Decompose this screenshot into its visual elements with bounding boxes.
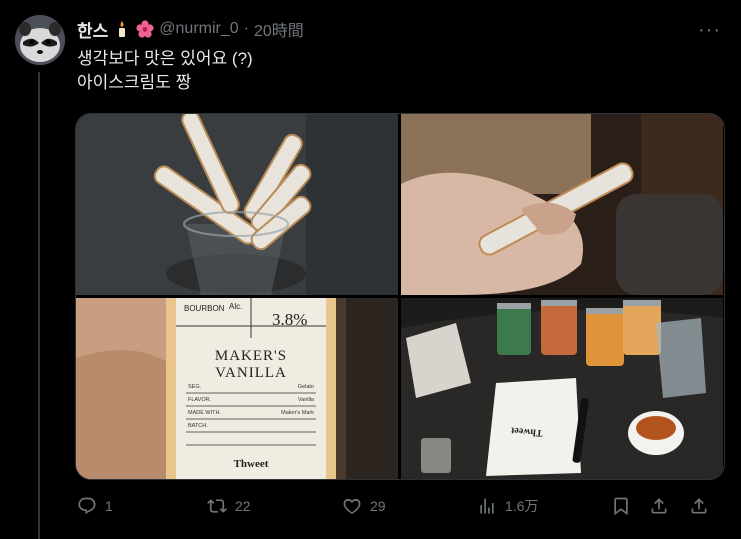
bookmark-icon (614, 497, 628, 516)
thread-line (38, 72, 40, 539)
views-button[interactable]: 1.6万 (477, 494, 538, 518)
heart-icon (343, 498, 361, 514)
share-button[interactable] (649, 494, 669, 518)
candle-icon (119, 21, 126, 37)
view-count: 1.6万 (505, 498, 539, 514)
bottle-spec-row: MADE WITH. Maker's Mark (188, 410, 314, 416)
display-name[interactable]: 한스 (77, 17, 108, 42)
bottle-abv: 3.8% (272, 310, 308, 329)
raccoon-avatar-image (15, 15, 65, 65)
retweet-icon (207, 499, 227, 513)
analytics-icon (480, 498, 494, 514)
bottle-alc-label: Alc. (229, 302, 243, 311)
photo-hand-holding-wafer-stick[interactable] (401, 114, 723, 295)
reply-count: 1 (105, 498, 113, 514)
reply-icon (78, 497, 96, 514)
reply-button[interactable]: 1 (77, 494, 113, 518)
user-handle[interactable]: @nurmir_0 (159, 20, 238, 38)
bottle-spec-row: SEG. Gelato (188, 384, 314, 390)
photo-wafer-sticks-in-glass[interactable] (76, 114, 398, 295)
timestamp[interactable]: 20時間 (254, 17, 304, 41)
tweet-text-line-2: 아이스크림도 짱 (77, 73, 192, 92)
bottle-spec-row: BATCH. (188, 423, 208, 429)
bottle-spec-table: SEG. Gelato FLAVOR. Vanilla MADE WITH. Make… (188, 384, 314, 436)
upload-button[interactable] (689, 494, 709, 518)
tweet-actions: 1 22 29 1.6万 (77, 494, 717, 518)
more-options-icon[interactable]: ··· (698, 19, 721, 42)
media-grid: BOURBON Alc. 3.8% MAKER'S VANILLA SEG. Ge… (75, 113, 725, 480)
bookmark-button[interactable] (611, 494, 631, 518)
retweet-button[interactable]: 22 (207, 494, 251, 518)
like-button[interactable]: 29 (342, 494, 386, 518)
share-icon (651, 498, 667, 514)
bottle-type-label: BOURBON (184, 304, 225, 313)
bottle-product-name: MAKER'S VANILLA (176, 348, 326, 382)
tweet-text-line-1: 생각보다 맛은 있어요 (?) (77, 49, 253, 68)
avatar[interactable] (15, 15, 65, 65)
retweet-count: 22 (235, 498, 251, 514)
photo-table-with-cans-and-espresso[interactable]: Thweet (401, 298, 723, 479)
like-count: 29 (370, 498, 386, 514)
upload-icon (691, 498, 707, 514)
separator-dot: · (243, 20, 249, 37)
photo-makers-vanilla-bottle[interactable]: BOURBON Alc. 3.8% MAKER'S VANILLA SEG. Ge… (76, 298, 398, 479)
hibiscus-icon (136, 20, 154, 38)
bottle-name-line-2: VANILLA (215, 365, 287, 381)
bottle-name-line-1: MAKER'S (214, 348, 288, 364)
tweet-header: 한스 @nurmir_0 · 20時間 (77, 17, 304, 41)
bottle-spec-row: FLAVOR. Vanilla (188, 397, 314, 403)
tweet-text: 생각보다 맛은 있어요 (?) 아이스크림도 짱 (77, 47, 253, 95)
bottle-brand: Thweet (233, 458, 269, 470)
